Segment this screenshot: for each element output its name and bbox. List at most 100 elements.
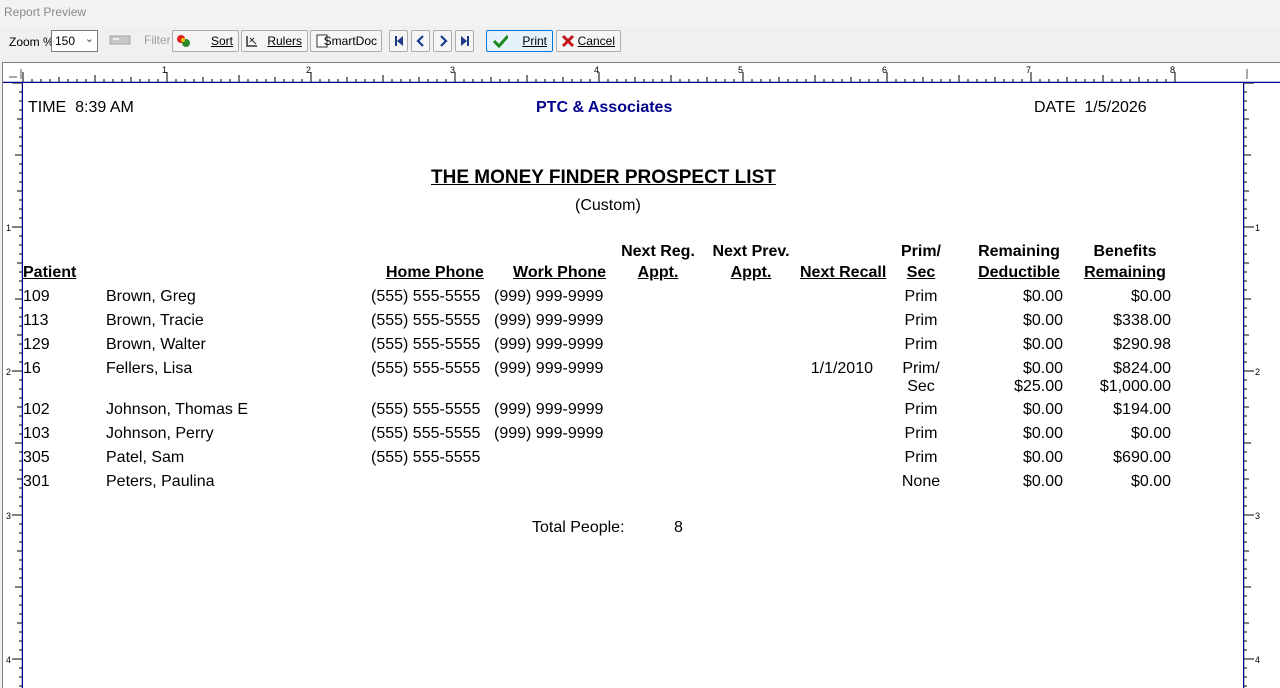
chevron-right-icon xyxy=(439,35,448,47)
ruler-number: 7 xyxy=(1026,65,1031,75)
ruler-number: 6 xyxy=(882,65,887,75)
col-header-prim-sec: Prim/ Sec xyxy=(899,241,943,283)
cell-work-phone: (999) 999-9999 xyxy=(494,336,604,353)
cell-patient-id: 103 xyxy=(23,425,50,442)
cell-home-phone: (555) 555-5555 xyxy=(371,449,481,466)
filter-button[interactable]: Filter xyxy=(106,30,171,52)
cell-patient-name: Brown, Tracie xyxy=(106,312,204,329)
chevron-down-icon: ⌄ xyxy=(84,33,94,45)
cell-home-phone: (555) 555-5555 xyxy=(371,336,481,353)
cell-prim-sec: Prim xyxy=(904,312,938,329)
rem-line2: Deductible xyxy=(978,264,1060,281)
cell-work-phone: (999) 999-9999 xyxy=(494,425,604,442)
previous-page-button[interactable] xyxy=(411,30,430,52)
col-header-patient: Patient xyxy=(23,264,77,281)
zoom-value: 150 xyxy=(55,34,76,48)
cell-remaining-deductible: $0.00 xyxy=(1022,288,1063,305)
cell-home-phone: (555) 555-5555 xyxy=(371,401,481,418)
zoom-select[interactable]: 150 ⌄ xyxy=(51,30,98,52)
cell-patient-name: Johnson, Perry xyxy=(106,425,214,442)
cell-prim-sec: Sec xyxy=(907,378,935,395)
company-name: PTC & Associates xyxy=(536,99,673,116)
time-label: TIME xyxy=(28,99,67,116)
next-prev-line2: Appt. xyxy=(730,264,772,281)
col-header-next-reg-appt: Next Reg. Appt. xyxy=(620,241,696,283)
cell-prim-sec: Prim/ xyxy=(902,360,940,377)
cell-remaining-deductible: $0.00 xyxy=(1022,473,1063,490)
first-page-icon xyxy=(394,36,403,46)
date-value: 1/5/2026 xyxy=(1084,99,1147,116)
vertical-ruler-right: 1 2 3 4 xyxy=(1242,82,1263,688)
filter-icon xyxy=(109,33,131,45)
total-people-label: Total People: xyxy=(532,519,625,536)
sort-icon xyxy=(176,33,192,49)
report-preview-area[interactable]: 1 2 3 4 5 6 7 8 1 2 3 4 TIME 8:39 AM PTC & Associa… xyxy=(2,62,1280,688)
toolbar: Zoom %: 150 ⌄ Filter Sort Rulers SmartDo… xyxy=(0,26,1280,58)
date-label: DATE xyxy=(1034,99,1076,116)
col-header-work-phone: Work Phone xyxy=(513,264,607,281)
close-icon xyxy=(560,33,576,49)
cell-patient-id: 113 xyxy=(23,312,49,329)
cancel-label: Cancel xyxy=(577,34,615,48)
ruler-number: 1 xyxy=(6,223,11,233)
ruler-number: 8 xyxy=(1170,65,1175,75)
cell-home-phone: (555) 555-5555 xyxy=(371,360,481,377)
cell-patient-name: Johnson, Thomas E xyxy=(106,401,249,418)
cell-patient-name: Peters, Paulina xyxy=(106,473,215,490)
window-title: Report Preview xyxy=(4,5,87,19)
cell-benefits-remaining: $290.98 xyxy=(1113,336,1171,353)
sort-label: Sort xyxy=(210,34,233,48)
chevron-left-icon xyxy=(415,35,424,47)
cell-patient-id: 305 xyxy=(23,449,50,466)
first-page-button[interactable] xyxy=(389,30,408,52)
print-button[interactable]: Print xyxy=(486,30,553,52)
cell-prim-sec: Prim xyxy=(904,449,938,466)
cancel-button[interactable]: Cancel xyxy=(556,30,621,52)
cell-remaining-deductible: $0.00 xyxy=(1022,401,1063,418)
cell-patient-name: Patel, Sam xyxy=(106,449,185,466)
cell-remaining-deductible: $0.00 xyxy=(1022,425,1063,442)
total-people-value: 8 xyxy=(674,519,683,536)
cell-patient-name: Brown, Walter xyxy=(106,336,206,353)
print-label: Print xyxy=(522,34,547,48)
cell-home-phone: (555) 555-5555 xyxy=(371,425,481,442)
cell-prim-sec: Prim xyxy=(904,336,938,353)
cell-remaining-deductible: $0.00 xyxy=(1022,312,1063,329)
rulers-button[interactable]: Rulers xyxy=(241,30,308,52)
col-header-next-recall: Next Recall xyxy=(800,264,887,281)
cell-work-phone: (999) 999-9999 xyxy=(494,288,604,305)
time-value: 8:39 AM xyxy=(75,99,134,116)
ruler-number: 4 xyxy=(1255,655,1260,665)
next-page-button[interactable] xyxy=(433,30,452,52)
sort-button[interactable]: Sort xyxy=(172,30,239,52)
ruler-number: 3 xyxy=(6,511,11,521)
cell-work-phone: (999) 999-9999 xyxy=(494,312,604,329)
col-header-benefits-remaining: Benefits Remaining xyxy=(1081,241,1169,283)
last-page-icon xyxy=(460,36,469,46)
rulers-icon xyxy=(245,33,261,49)
ruler-number: 2 xyxy=(306,65,311,75)
last-page-button[interactable] xyxy=(455,30,474,52)
cell-benefits-remaining: $0.00 xyxy=(1130,288,1171,305)
report-time: TIME 8:39 AM xyxy=(28,99,134,117)
prim-line1: Prim/ xyxy=(900,243,941,260)
ruler-number: 4 xyxy=(6,655,11,665)
cell-prim-sec: Prim xyxy=(904,425,938,442)
report-subtitle: (Custom) xyxy=(575,197,641,214)
cell-benefits-remaining: $0.00 xyxy=(1130,473,1171,490)
smartdoc-button[interactable]: SmartDoc xyxy=(310,30,382,52)
ben-line2: Remaining xyxy=(1084,264,1166,281)
cell-next-recall: 1/1/2010 xyxy=(810,360,873,377)
cell-patient-id: 102 xyxy=(23,401,50,418)
checkmark-icon xyxy=(492,33,508,49)
cell-patient-id: 109 xyxy=(23,288,50,305)
cell-benefits-remaining: $824.00 xyxy=(1113,360,1171,377)
col-header-home-phone: Home Phone xyxy=(386,264,484,281)
vertical-ruler-left: 1 2 3 4 xyxy=(3,82,24,688)
ruler-number: 5 xyxy=(738,65,743,75)
cell-work-phone: (999) 999-9999 xyxy=(494,360,604,377)
cell-prim-sec: None xyxy=(901,473,941,490)
cell-remaining-deductible: $0.00 xyxy=(1022,336,1063,353)
ruler-number: 3 xyxy=(1255,511,1260,521)
cell-patient-id: 301 xyxy=(23,473,50,490)
